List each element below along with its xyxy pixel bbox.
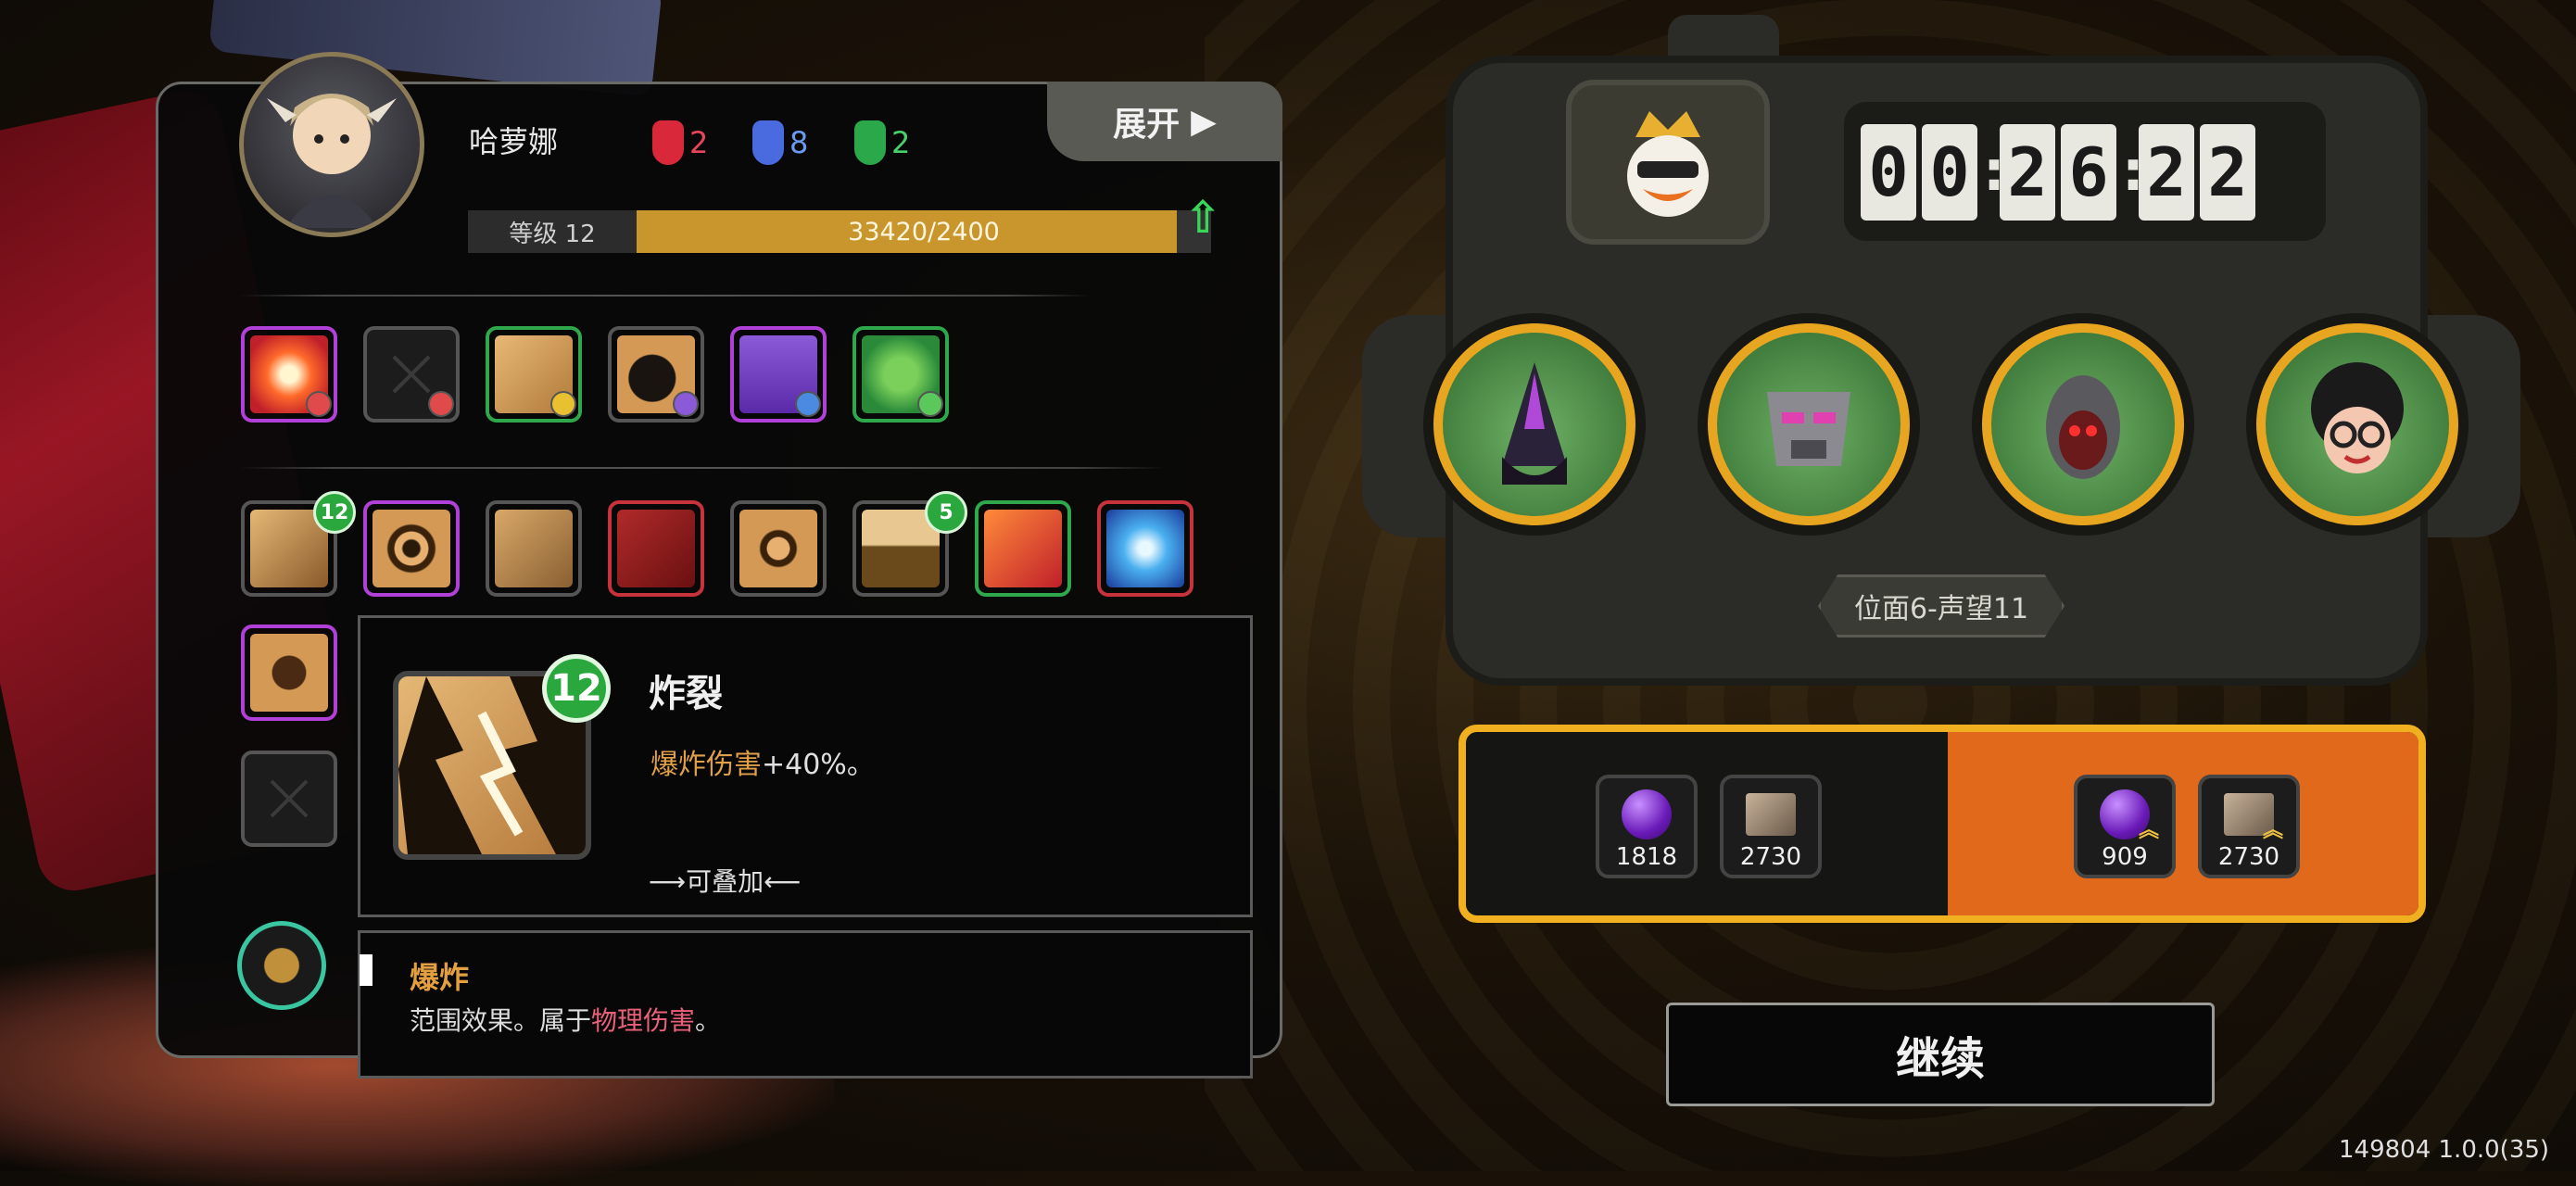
reward-book-value: 2730 bbox=[1739, 843, 1802, 871]
blob-icon bbox=[250, 634, 328, 712]
bonus-book: ︽ 2730 bbox=[2198, 775, 2300, 878]
keyword-desc-prefix: 范围效果。属于 bbox=[410, 1005, 592, 1036]
reward-orb: 1818 bbox=[1596, 775, 1698, 878]
bonus-orb: ︽ 909 bbox=[2074, 775, 2176, 878]
crowned-duck-icon bbox=[1627, 111, 1709, 217]
character-name: 哈萝娜 bbox=[469, 124, 559, 159]
hero-slot-2[interactable] bbox=[1698, 313, 1920, 536]
skill-slot-fire-spear[interactable] bbox=[975, 500, 1071, 597]
timer-digit: 2 bbox=[2200, 124, 2255, 221]
bonus-book-value: 2730 bbox=[2217, 843, 2280, 871]
tooltip-stack-note: ⟶可叠加⟵ bbox=[649, 866, 802, 897]
equipped-slot-drill-creature[interactable] bbox=[486, 326, 582, 423]
lightning-icon bbox=[306, 391, 332, 417]
equipped-slot-green-armor[interactable] bbox=[852, 326, 949, 423]
character-avatar[interactable] bbox=[239, 52, 424, 237]
tooltip-title: 炸裂 bbox=[649, 673, 723, 715]
hero-slot-4[interactable] bbox=[2246, 313, 2469, 536]
bonus-orb-value: 909 bbox=[2102, 843, 2148, 871]
keyword-desc-suffix: 。 bbox=[695, 1005, 722, 1036]
skill-level-badge: 12 bbox=[313, 491, 356, 534]
skill-level-badge: 5 bbox=[925, 491, 967, 534]
skill-slot-battle-axe[interactable] bbox=[608, 500, 704, 597]
equipped-slot-robot-helmet[interactable] bbox=[730, 326, 827, 423]
timer-colon: : bbox=[1983, 139, 2005, 204]
divider bbox=[239, 467, 1166, 469]
elf-girl-icon bbox=[267, 94, 397, 228]
vortex-icon bbox=[373, 510, 450, 587]
keyword-title: 爆炸 bbox=[410, 960, 470, 995]
green-gem-count: 2 bbox=[854, 120, 910, 165]
purple-orb-icon bbox=[1622, 789, 1672, 839]
equipped-slot-bomb[interactable] bbox=[608, 326, 704, 423]
blue-gem-count: 8 bbox=[752, 120, 808, 165]
trait-footprint-icon[interactable] bbox=[237, 921, 326, 1010]
triangle-right-icon: ▶ bbox=[1191, 102, 1217, 141]
empty-skill-slot[interactable] bbox=[241, 751, 337, 847]
skill-slot-vortex[interactable] bbox=[363, 500, 460, 597]
hooded-assassin-icon bbox=[1502, 362, 1567, 485]
xp-progress-text: 33420/2400 bbox=[848, 217, 1000, 246]
battle-axe-icon bbox=[617, 510, 695, 587]
cyber-mask-icon bbox=[1767, 392, 1850, 466]
tooltip-marker bbox=[360, 954, 373, 986]
equipped-slot-explosion-burst[interactable] bbox=[241, 326, 337, 423]
hero-slot-3[interactable] bbox=[1972, 313, 2194, 536]
expand-button-label: 展开 bbox=[1113, 106, 1181, 144]
red-gem-icon bbox=[652, 120, 684, 165]
timer-digit: 0 bbox=[1922, 124, 1977, 221]
timer-digit: 0 bbox=[1861, 124, 1916, 221]
version-label: 149804 1.0.0(35) bbox=[2339, 1136, 2550, 1164]
expand-button[interactable]: 展开 ▶ bbox=[1047, 82, 1282, 161]
blue-gem-icon bbox=[752, 120, 784, 165]
compass-gear-icon bbox=[739, 510, 817, 587]
book-icon bbox=[1746, 793, 1796, 836]
equipped-slot-empty[interactable] bbox=[363, 326, 460, 423]
green-gem-value: 2 bbox=[891, 125, 911, 160]
continue-button[interactable]: 继续 bbox=[1666, 1003, 2215, 1106]
timer-digit: 6 bbox=[2061, 124, 2116, 221]
red-gem-count: 2 bbox=[652, 120, 708, 165]
boss-portrait[interactable] bbox=[1566, 80, 1770, 245]
red-eyed-warrior-icon bbox=[2046, 375, 2120, 479]
green-gem-icon bbox=[854, 120, 886, 165]
level-up-arrow-icon: ⇧ bbox=[1184, 192, 1222, 244]
tooltip-value: +40%。 bbox=[762, 749, 875, 781]
bonus-reward-area bbox=[1948, 732, 2418, 915]
tooltip-level-badge: 12 bbox=[542, 654, 611, 723]
blue-gem-value: 8 bbox=[789, 125, 809, 160]
ice-shatter-icon bbox=[1106, 510, 1184, 587]
diamond-icon bbox=[795, 391, 821, 417]
lightning-icon bbox=[428, 391, 454, 417]
stage-plate: 位面6-声望11 bbox=[1818, 574, 2065, 637]
reward-book: 2730 bbox=[1720, 775, 1822, 878]
hero-slot-1[interactable] bbox=[1423, 313, 1646, 536]
red-gem-value: 2 bbox=[689, 125, 709, 160]
timer-digit: 2 bbox=[2139, 124, 2194, 221]
reward-bar: 1818 2730 ︽ 909 ︽ 2730 bbox=[1458, 725, 2426, 923]
level-label: 等级 12 bbox=[468, 210, 637, 253]
xp-progress-bar: 33420/2400 bbox=[637, 210, 1211, 253]
skill-slot-ice-shatter[interactable] bbox=[1097, 500, 1193, 597]
fire-spear-icon bbox=[984, 510, 1062, 587]
upgrade-chevron-icon: ︽ bbox=[2262, 819, 2283, 842]
tooltip-description: 爆炸伤害+40%。 bbox=[650, 741, 875, 782]
chain-links-icon bbox=[495, 510, 573, 587]
upgrade-chevron-icon: ︽ bbox=[2138, 819, 2159, 842]
sparkle-icon bbox=[550, 391, 576, 417]
skill-slot-chain-links[interactable] bbox=[486, 500, 582, 597]
skill-slot-blob[interactable] bbox=[241, 625, 337, 721]
shield-icon bbox=[917, 391, 943, 417]
keyword-desc-highlight: 物理伤害 bbox=[591, 1005, 696, 1036]
tooltip-keyword: 爆炸伤害 bbox=[650, 749, 762, 781]
swirl-icon bbox=[673, 391, 699, 417]
timer-colon: : bbox=[2122, 139, 2144, 204]
keyword-description: 范围效果。属于物理伤害。 bbox=[410, 1001, 721, 1038]
afro-glasses-kid-icon bbox=[2311, 362, 2404, 473]
skill-slot-compass-gear[interactable] bbox=[730, 500, 827, 597]
divider bbox=[239, 295, 1092, 296]
reward-orb-value: 1818 bbox=[1615, 843, 1678, 871]
timer-digit: 2 bbox=[2000, 124, 2055, 221]
